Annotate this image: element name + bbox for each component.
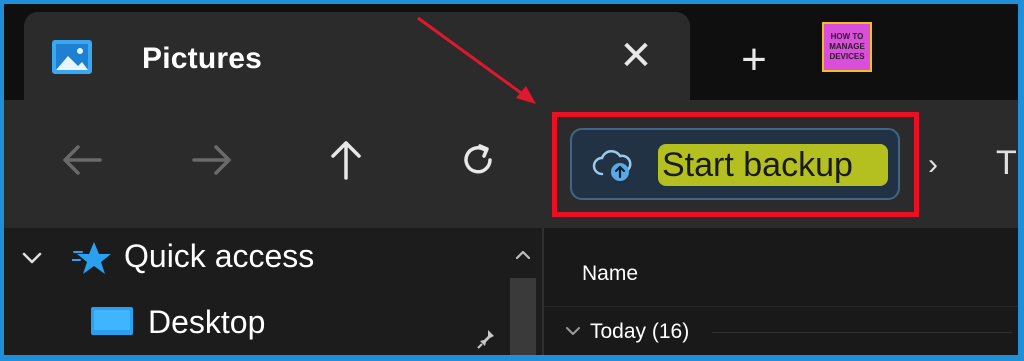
pin-icon (477, 330, 494, 349)
new-tab-button[interactable]: + (728, 38, 780, 90)
start-backup-button[interactable]: Start backup (570, 128, 900, 200)
chevron-down-icon[interactable] (564, 324, 582, 338)
scrollbar-thumb[interactable] (510, 278, 536, 355)
logo-line-2: MANAGE (829, 42, 865, 51)
file-explorer-window: Pictures ✕ + HOW TO MANAGE DEVICES Start… (4, 4, 1018, 355)
tab-title: Pictures (142, 42, 262, 75)
desktop-icon (91, 307, 133, 335)
group-header-today[interactable]: Today (16) (590, 320, 689, 344)
arrow-right-icon (192, 145, 231, 175)
start-backup-label: Start backup (662, 146, 853, 184)
refresh-icon (464, 144, 492, 174)
chevron-up-icon[interactable] (514, 248, 532, 262)
column-header-name[interactable]: Name (582, 262, 638, 286)
arrow-up-icon (331, 141, 361, 180)
navigation-pane: Quick access Desktop (4, 228, 542, 355)
back-button[interactable] (52, 130, 112, 190)
forward-button[interactable] (182, 130, 242, 190)
refresh-button[interactable] (448, 130, 508, 190)
logo-line-3: DEVICES (829, 52, 865, 61)
close-icon[interactable]: ✕ (616, 36, 656, 76)
address-toolbar: Start backup › Th (4, 100, 1018, 228)
header-divider (544, 306, 1018, 307)
logo-line-1: HOW TO (830, 32, 864, 41)
star-icon (72, 242, 111, 274)
tab-strip: Pictures ✕ + HOW TO MANAGE DEVICES (4, 4, 1018, 102)
breadcrumb-next[interactable]: Th (996, 144, 1018, 183)
sidebar-item-quick-access[interactable]: Quick access (124, 238, 314, 275)
chevron-down-icon[interactable] (20, 248, 44, 268)
up-button[interactable] (316, 130, 376, 190)
file-list-pane: Name Today (16) (542, 228, 1018, 355)
arrow-left-icon (63, 145, 102, 175)
pictures-folder-icon (52, 40, 92, 74)
navigation-scrollbar[interactable] (508, 228, 538, 355)
sidebar-item-desktop[interactable]: Desktop (148, 304, 265, 341)
group-divider (712, 332, 1012, 333)
cloud-upload-icon (592, 149, 632, 181)
watermark-logo: HOW TO MANAGE DEVICES (822, 22, 872, 72)
tab-pictures[interactable]: Pictures ✕ (24, 12, 690, 102)
breadcrumb-chevron[interactable]: › (928, 148, 938, 182)
